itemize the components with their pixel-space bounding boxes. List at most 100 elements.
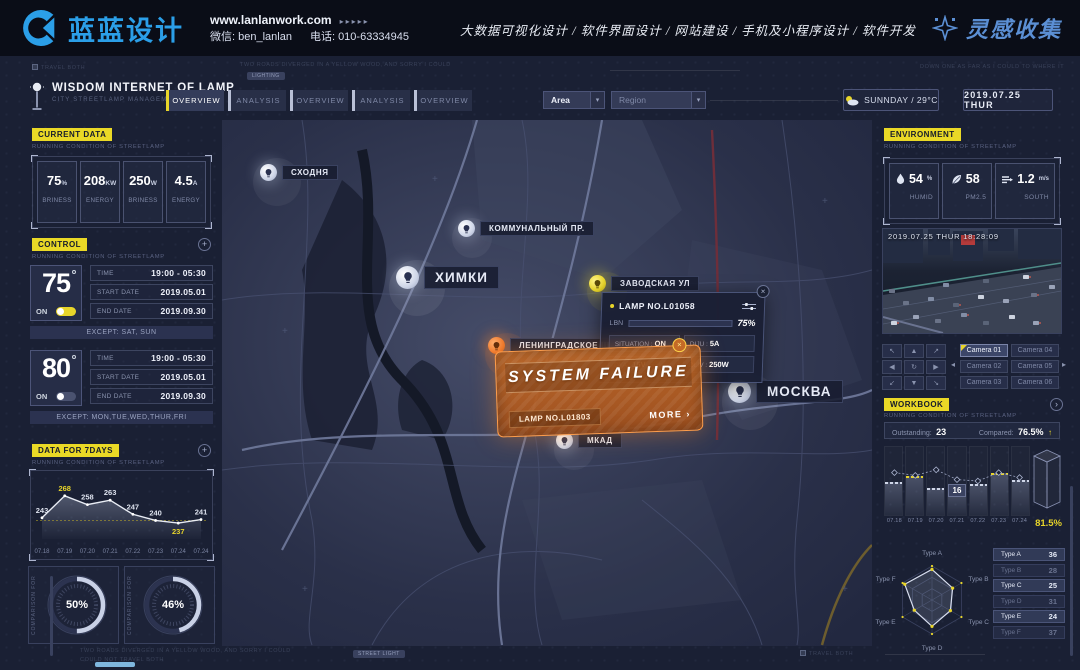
svg-text:Type B: Type B (968, 576, 988, 583)
trend-line-overlay (884, 446, 1030, 516)
camera-05-button[interactable]: Camera 05 (1011, 360, 1059, 373)
marker-khimki[interactable]: ХИМКИ (396, 266, 499, 289)
system-failure-alert: × SYSTEM FAILURE LAMP NO.L01803 MORE › (495, 344, 704, 437)
tab-overview-3[interactable]: OVERVIEW (414, 90, 472, 111)
bulb-dot-icon (72, 270, 76, 274)
decor-street-light-badge: STREET LIGHT (353, 650, 405, 658)
tab-overview-1[interactable]: OVERVIEW (166, 90, 224, 111)
tab-analysis-1[interactable]: ANALYSIS (228, 90, 286, 111)
expand-button[interactable]: + (198, 444, 211, 457)
area-select[interactable]: Area ▾ (543, 91, 605, 109)
weather-text: SUNNDAY / 29°C (864, 95, 938, 105)
control-panel: CONTROL RUNNING CONDITION OF STREETLAMP … (28, 238, 215, 436)
start-date-row[interactable]: START DATE2019.05.01 (90, 369, 213, 385)
rotate-reset-button[interactable]: ↻ (904, 360, 924, 374)
traffic-scene (883, 229, 1061, 333)
bottom-scroll-indicator[interactable] (95, 662, 135, 667)
more-button[interactable]: MORE › (649, 408, 691, 419)
type-c-row[interactable]: Type C25 (993, 579, 1065, 592)
pan-down-left-button[interactable]: ↙ (882, 376, 902, 390)
type-f-row[interactable]: Type F37 (993, 626, 1065, 639)
next-button[interactable]: › (1050, 398, 1063, 411)
pan-down-right-button[interactable]: ↘ (926, 376, 946, 390)
lamp-pin-icon (396, 266, 419, 289)
pan-up-button[interactable]: ▲ (904, 344, 924, 358)
tab-overview-2[interactable]: OVERVIEW (290, 90, 348, 111)
camera-list-next-icon[interactable]: ▸ (1062, 360, 1066, 369)
marker-moskva[interactable]: МОСКВА (728, 380, 843, 403)
caret-down-icon[interactable]: ▾ (691, 92, 705, 108)
svg-text:+: + (432, 174, 438, 185)
svg-text:Type D: Type D (922, 645, 943, 652)
pm25-stat: 58 PM2.5 (942, 163, 992, 219)
pan-down-button[interactable]: ▼ (904, 376, 924, 390)
svg-text:07.21: 07.21 (103, 549, 119, 555)
brightness-level-box-2: 80 ON (30, 350, 82, 406)
decor-check-top-left: TRAVEL BOTH (32, 64, 85, 71)
bar-label: 07.20 (926, 518, 947, 524)
panel-title: ENVIRONMENT (884, 128, 961, 141)
streetlamp-icon (30, 82, 44, 112)
panel-subtitle: RUNNING CONDITION OF STREETLAMP (32, 144, 165, 150)
time-row[interactable]: TIME19:00 - 05:30 (90, 265, 213, 281)
pan-left-button[interactable]: ◀ (882, 360, 902, 374)
camera-list-prev-icon[interactable]: ◂ (951, 360, 955, 369)
phone-text: 电话: 010-63334945 (310, 31, 409, 43)
end-date-row[interactable]: END DATE2019.09.30 (90, 388, 213, 404)
lamp-pin-icon (260, 164, 277, 181)
svg-text:+: + (842, 584, 848, 595)
pan-up-right-button[interactable]: ↗ (926, 344, 946, 358)
svg-text:07.23: 07.23 (148, 549, 164, 555)
schedule-1-toggle[interactable] (56, 307, 76, 316)
contact-block: www.lanlanwork.com▸▸▸▸▸ 微信: ben_lanlan电话… (210, 11, 427, 46)
expand-button[interactable]: + (198, 238, 211, 251)
panel-subtitle: RUNNING CONDITION OF STREETLAMP (32, 254, 165, 260)
svg-text:237: 237 (172, 527, 185, 536)
camera-panel: 2019.07.25 THUR 18:28:09 ↖ ▲ ↗ (880, 226, 1066, 394)
except-days-1: EXCEPT: SAT, SUN (30, 326, 213, 339)
camera-04-button[interactable]: Camera 04 (1011, 344, 1059, 357)
app-root: 蓝蓝设计 www.lanlanwork.com▸▸▸▸▸ 微信: ben_lan… (0, 0, 1080, 670)
end-date-row[interactable]: END DATE2019.09.30 (90, 303, 213, 319)
panel-title: CONTROL (32, 238, 87, 251)
city-map[interactable]: +++++ СХОДНЯ КОММУНАЛЬНЫЙ ПР. ХИМКИ ЗАВО… (222, 120, 872, 646)
camera-02-button[interactable]: Camera 02 (960, 360, 1008, 373)
marker-skhodnya[interactable]: СХОДНЯ (260, 164, 338, 181)
type-a-row[interactable]: Type A36 (993, 548, 1065, 561)
right-scrollbar[interactable] (1070, 486, 1073, 656)
pan-right-button[interactable]: ▶ (926, 360, 946, 374)
camera-06-button[interactable]: Camera 06 (1011, 376, 1059, 389)
sliders-icon[interactable] (742, 302, 756, 311)
marker-zavodskaya[interactable]: ЗАВОДСКАЯ УЛ (589, 275, 699, 292)
camera-feed[interactable]: 2019.07.25 THUR 18:28:09 (882, 228, 1062, 334)
current-data-panel: CURRENT DATA RUNNING CONDITION OF STREET… (28, 128, 215, 234)
camera-01-button[interactable]: Camera 01 (960, 344, 1008, 357)
lbn-progress-bar[interactable] (628, 320, 733, 327)
decor-check-bottom: TRAVEL BOTH (800, 650, 853, 657)
time-row[interactable]: TIME19:00 - 05:30 (90, 350, 213, 366)
pan-up-left-button[interactable]: ↖ (882, 344, 902, 358)
lbn-label: LBN (609, 320, 623, 327)
start-date-row[interactable]: START DATE2019.05.01 (90, 284, 213, 300)
type-d-row[interactable]: Type D31 (993, 595, 1065, 608)
collection-text: 灵感收集 (966, 12, 1062, 44)
schedule-2-toggle[interactable] (56, 392, 76, 401)
decor-poem-top-2: DOWN ONE AS FAR AS I COULD TO WHERE IT (920, 64, 1064, 70)
camera-timestamp: 2019.07.25 THUR 18:28:09 (888, 232, 999, 241)
bar-label: 07.18 (884, 518, 905, 524)
caret-down-icon[interactable]: ▾ (590, 92, 604, 108)
region-select[interactable]: Region ▾ (611, 91, 706, 109)
lamp-pin-icon (728, 380, 751, 403)
up-arrow-icon: ↑ (1048, 428, 1052, 437)
type-e-row[interactable]: Type E24 (993, 610, 1065, 623)
type-b-row[interactable]: Type B28 (993, 564, 1065, 577)
environment-panel: ENVIRONMENT RUNNING CONDITION OF STREETL… (880, 128, 1064, 228)
tab-analysis-2[interactable]: ANALYSIS (352, 90, 410, 111)
camera-03-button[interactable]: Camera 03 (960, 376, 1008, 389)
decor-line (610, 70, 740, 71)
marker-kommunalny[interactable]: КОММУНАЛЬНЫЙ ПР. (458, 220, 594, 237)
lamp-pin-icon (589, 275, 606, 292)
svg-text:07.24: 07.24 (171, 549, 187, 555)
promo-banner: 蓝蓝设计 www.lanlanwork.com▸▸▸▸▸ 微信: ben_lan… (0, 0, 1080, 56)
left-scroll-decor[interactable] (50, 576, 53, 656)
